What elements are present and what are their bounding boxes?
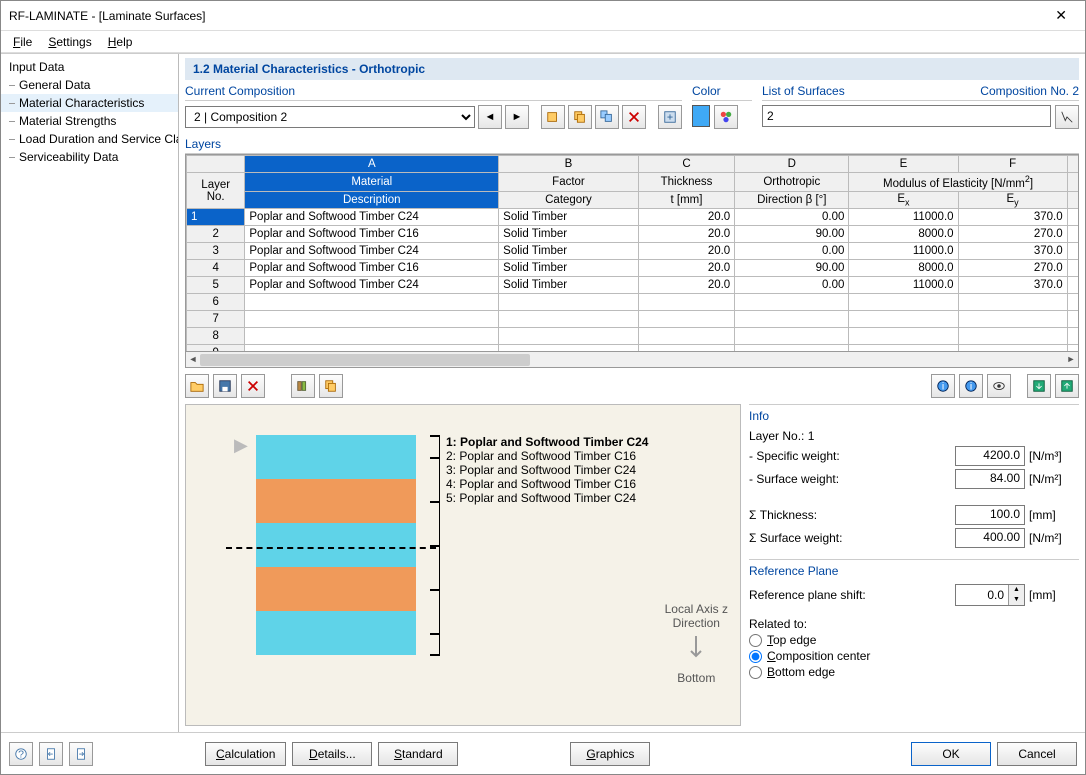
copy-composition-button[interactable]	[568, 105, 592, 129]
radio-top-edge[interactable]: Top edge	[749, 633, 1079, 647]
import-excel-button[interactable]	[1027, 374, 1051, 398]
menu-help[interactable]: Help	[100, 33, 141, 51]
page-title: 1.2 Material Characteristics - Orthotrop…	[185, 58, 1079, 80]
open-library-button[interactable]	[185, 374, 209, 398]
grid-hscrollbar[interactable]: ◄ ►	[185, 352, 1079, 368]
layer-bar-4	[256, 567, 416, 611]
color-picker-button[interactable]	[714, 105, 738, 129]
layers-grid[interactable]: ABCDEFGHLayerNo.MaterialFactorThicknessO…	[185, 154, 1079, 352]
body: Input Data General DataMaterial Characte…	[1, 53, 1085, 732]
current-layer-indicator-icon: ▶	[234, 435, 248, 456]
preview-label: 4: Poplar and Softwood Timber C16	[446, 477, 648, 491]
layer-bracket	[418, 435, 440, 655]
total-thickness-value: 100.0	[955, 505, 1025, 525]
info-button-2[interactable]: i	[959, 374, 983, 398]
color-swatch[interactable]	[692, 105, 710, 127]
menu-file[interactable]: File	[5, 33, 40, 51]
sidebar-item-load-duration-and-service-class[interactable]: Load Duration and Service Class	[1, 130, 178, 148]
down-arrow-icon	[689, 634, 703, 664]
sidebar-item-general-data[interactable]: General Data	[1, 76, 178, 94]
layers-copy-button[interactable]	[319, 374, 343, 398]
total-surface-weight-value: 400.00	[955, 528, 1025, 548]
prev-page-button[interactable]	[39, 742, 63, 766]
sidebar-item-material-strengths[interactable]: Material Strengths	[1, 112, 178, 130]
library-button[interactable]	[291, 374, 315, 398]
surfaces-label: List of Surfaces Composition No. 2	[762, 84, 1079, 101]
table-row[interactable]: 8	[187, 328, 1080, 345]
table-row[interactable]: 4Poplar and Softwood Timber C16Solid Tim…	[187, 260, 1080, 277]
copy-all-button[interactable]	[595, 105, 619, 129]
help-button[interactable]: ?	[9, 742, 33, 766]
svg-text:?: ?	[18, 748, 24, 760]
color-label: Color	[692, 84, 752, 101]
layer-bar-5	[256, 611, 416, 655]
composition-select[interactable]: 2 | Composition 2	[185, 106, 475, 128]
svg-text:i: i	[970, 381, 972, 393]
surfaces-input[interactable]	[762, 105, 1051, 127]
reference-shift-stepper[interactable]: ▲▼	[955, 584, 1025, 606]
graphics-button[interactable]: Graphics	[570, 742, 650, 766]
radio-composition-center[interactable]: Composition center	[749, 649, 1079, 663]
pick-surfaces-button[interactable]	[1055, 105, 1079, 129]
cancel-button[interactable]: Cancel	[997, 742, 1077, 766]
specific-weight-value: 4200.0	[955, 446, 1025, 466]
table-row[interactable]: 7	[187, 311, 1080, 328]
prev-composition-button[interactable]: ◄	[478, 105, 502, 129]
reference-plane-panel: Reference Plane Reference plane shift: ▲…	[749, 559, 1079, 681]
view-button[interactable]	[987, 374, 1011, 398]
preview-label: 3: Poplar and Softwood Timber C24	[446, 463, 648, 477]
table-row[interactable]: 5Poplar and Softwood Timber C24Solid Tim…	[187, 277, 1080, 294]
next-composition-button[interactable]: ►	[505, 105, 529, 129]
grid-toolbar: i i	[185, 374, 1079, 398]
calculation-button[interactable]: Calculation	[205, 742, 286, 766]
sidebar-item-serviceability-data[interactable]: Serviceability Data	[1, 148, 178, 166]
table-row[interactable]: 9	[187, 345, 1080, 352]
main-panel: 1.2 Material Characteristics - Orthotrop…	[179, 54, 1085, 732]
layer-bar-2	[256, 479, 416, 523]
preview-label: 1: Poplar and Softwood Timber C24	[446, 435, 648, 449]
delete-row-button[interactable]	[241, 374, 265, 398]
info-button-1[interactable]: i	[931, 374, 955, 398]
footer: ? Calculation Details... Standard Graphi…	[1, 732, 1085, 774]
tree-root[interactable]: Input Data	[1, 58, 178, 76]
surface-weight-value: 84.00	[955, 469, 1025, 489]
ok-button[interactable]: OK	[911, 742, 991, 766]
close-icon[interactable]: ✕	[1045, 3, 1077, 28]
save-button[interactable]	[213, 374, 237, 398]
delete-composition-button[interactable]	[622, 105, 646, 129]
axis-label: Local Axis z Direction Bottom	[665, 602, 728, 685]
sidebar-item-material-characteristics[interactable]: Material Characteristics	[1, 94, 178, 112]
layer-bar-3	[256, 523, 416, 567]
table-row[interactable]: 1Poplar and Softwood Timber C24Solid Tim…	[187, 209, 1080, 226]
export-excel-button[interactable]	[1055, 374, 1079, 398]
sidebar: Input Data General DataMaterial Characte…	[1, 54, 179, 732]
table-row[interactable]: 2Poplar and Softwood Timber C16Solid Tim…	[187, 226, 1080, 243]
new-composition-button[interactable]	[541, 105, 565, 129]
titlebar: RF-LAMINATE - [Laminate Surfaces] ✕	[1, 1, 1085, 31]
menu-settings[interactable]: Settings	[40, 33, 99, 51]
preview-label: 2: Poplar and Softwood Timber C16	[446, 449, 648, 463]
layer-bar-1	[256, 435, 416, 479]
table-row[interactable]: 3Poplar and Softwood Timber C24Solid Tim…	[187, 243, 1080, 260]
export-composition-button[interactable]	[658, 105, 682, 129]
layer-preview: ▶	[185, 404, 741, 726]
menubar: File Settings Help	[1, 31, 1085, 53]
window-title: RF-LAMINATE - [Laminate Surfaces]	[9, 9, 1045, 23]
layers-label: Layers	[185, 137, 1079, 154]
svg-text:i: i	[942, 381, 944, 393]
app-window: RF-LAMINATE - [Laminate Surfaces] ✕ File…	[0, 0, 1086, 775]
standard-button[interactable]: Standard	[378, 742, 458, 766]
next-page-button[interactable]	[69, 742, 93, 766]
center-line	[226, 547, 436, 549]
composition-no-label: Composition No. 2	[980, 84, 1079, 98]
composition-label: Current Composition	[185, 84, 682, 101]
preview-label: 5: Poplar and Softwood Timber C24	[446, 491, 648, 505]
details-button[interactable]: Details...	[292, 742, 372, 766]
info-panel: Info Layer No.: 1 - Specific weight:4200…	[749, 404, 1079, 551]
table-row[interactable]: 6	[187, 294, 1080, 311]
radio-bottom-edge[interactable]: Bottom edge	[749, 665, 1079, 679]
